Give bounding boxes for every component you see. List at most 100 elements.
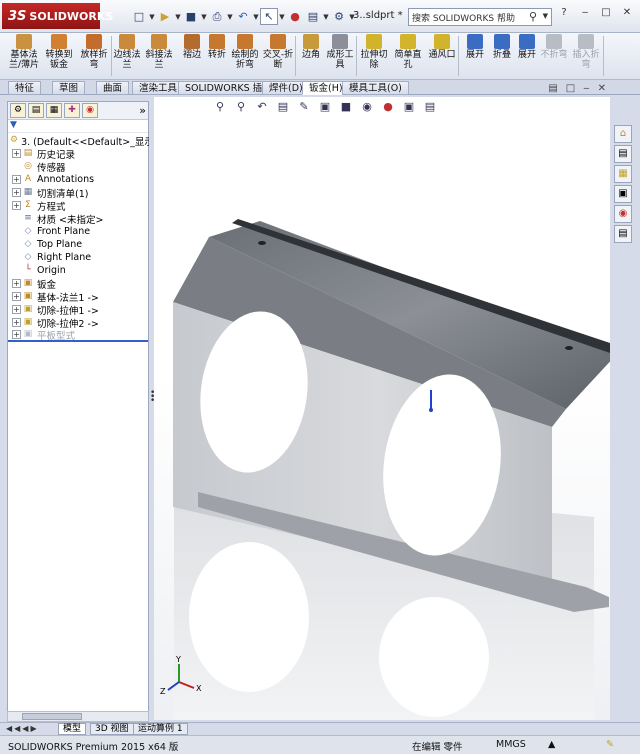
chevron-down-icon[interactable]: ▼ — [226, 13, 234, 21]
file-explorer-icon[interactable]: ▦ — [614, 165, 632, 183]
apply-scene-icon[interactable]: ▣ — [401, 100, 417, 113]
display-style-icon[interactable]: ■ — [338, 100, 354, 113]
command-button[interactable]: 通风口 — [424, 34, 460, 60]
solidworks-logo[interactable]: 3S SOLIDWORKS — [2, 3, 113, 29]
tree-filter[interactable]: ▼ — [8, 120, 148, 133]
command-button[interactable]: 插入折 弯 — [568, 34, 604, 70]
chevron-down-icon[interactable]: ▼ — [200, 13, 208, 21]
chevron-down-icon[interactable]: ▼ — [322, 13, 330, 21]
file-properties-icon[interactable]: ▤ — [304, 8, 322, 25]
tab-2[interactable]: 曲面 — [96, 81, 130, 95]
hide-show-items-icon[interactable]: ◉ — [359, 100, 375, 113]
command-button[interactable]: 基体法 兰/薄片 — [6, 34, 42, 70]
chevron-down-icon[interactable]: ▼ — [252, 13, 260, 21]
command-button[interactable]: 边线法 兰 — [109, 34, 145, 70]
command-button[interactable]: 成形工 具 — [322, 34, 358, 70]
zoom-to-area-icon[interactable]: ⚲ — [233, 100, 249, 113]
help-search-input[interactable]: 搜索 SOLIDWORKS 帮助 ⚲ ▼ — [408, 8, 552, 26]
tab-1[interactable]: 草图 — [52, 81, 86, 95]
tab-0[interactable]: 特征 — [8, 81, 42, 95]
open-icon[interactable]: ▶ — [156, 8, 174, 25]
chevron-down-icon[interactable]: ▼ — [174, 13, 182, 21]
close-button[interactable]: ✕ — [618, 7, 636, 23]
expand-icon[interactable]: + — [12, 318, 21, 327]
tree-item[interactable]: + ▣ 平板型式 — [8, 329, 148, 342]
tab-navigation-arrows[interactable]: ◀◀◀▶ — [6, 724, 39, 733]
dimxpert-tab-icon[interactable]: ✚ — [64, 103, 80, 118]
rebuild-icon[interactable]: ✎ — [606, 739, 614, 750]
tab-7[interactable]: 模具工具(O) — [342, 81, 409, 95]
dynamic-annotation-icon[interactable]: ✎ — [296, 100, 312, 113]
help-button[interactable]: ? — [555, 7, 573, 23]
print-icon[interactable]: ⎙ — [208, 8, 226, 25]
bottom-tab-2[interactable]: 运动算例 1 — [133, 723, 188, 735]
command-button[interactable]: 放样折 弯 — [76, 34, 112, 70]
design-library-icon[interactable]: ▤ — [614, 145, 632, 163]
expand-icon[interactable]: + — [12, 188, 21, 197]
undo-icon[interactable]: ↶ — [234, 8, 252, 25]
close-pane-icon[interactable]: ✕ — [598, 83, 606, 94]
tree-item[interactable]: + ▣ 切除-拉伸2 -> — [8, 316, 148, 330]
minimize-pane-icon[interactable]: ‒ — [583, 83, 589, 94]
property-manager-tab-icon[interactable]: ▤ — [28, 103, 44, 118]
tree-item[interactable]: ◇ Right Plane — [8, 251, 148, 264]
expand-icon[interactable]: + — [12, 279, 21, 288]
edit-appearance-icon[interactable]: ● — [380, 100, 396, 113]
tree-item[interactable]: ◇ Front Plane — [8, 225, 148, 238]
command-button[interactable]: 绘制的 折弯 — [227, 34, 263, 70]
view-palette-icon[interactable]: ▣ — [614, 185, 632, 203]
section-view-icon[interactable]: ▤ — [275, 100, 291, 113]
view-orientation-icon[interactable]: ▣ — [317, 100, 333, 113]
minimize-button[interactable]: ‒ — [576, 7, 594, 23]
command-button[interactable]: 拉伸切 除 — [356, 34, 392, 70]
new-icon[interactable]: □ — [130, 8, 148, 25]
command-button[interactable]: 转换到 钣金 — [41, 34, 77, 70]
filter-icon[interactable]: ▼ — [10, 120, 17, 130]
tree-horizontal-scrollbar[interactable] — [7, 711, 149, 722]
tree-item[interactable]: + ▣ 切除-拉伸1 -> — [8, 303, 148, 317]
chevron-down-icon[interactable]: ▼ — [148, 13, 156, 21]
search-icon[interactable]: ⚲ — [529, 10, 537, 23]
appearances-icon[interactable]: ◉ — [614, 205, 632, 223]
expand-icon[interactable]: + — [12, 305, 21, 314]
command-button[interactable]: 斜接法 兰 — [141, 34, 177, 70]
expand-icon[interactable]: + — [12, 201, 21, 210]
tree-item[interactable]: + ▣ 基体-法兰1 -> — [8, 290, 148, 304]
zoom-to-fit-icon[interactable]: ⚲ — [212, 100, 228, 113]
command-button[interactable]: 不折弯 — [536, 34, 572, 60]
tree-item[interactable]: └ Origin — [8, 264, 148, 277]
command-button[interactable]: 简单直 孔 — [390, 34, 426, 70]
tab-3[interactable]: 渲染工具 — [132, 81, 185, 95]
feature-manager-tab-icon[interactable]: ⚙ — [10, 103, 26, 118]
tree-item[interactable]: + Σ 方程式 — [8, 199, 148, 213]
tree-item[interactable]: ◎ 传感器 — [8, 160, 148, 174]
options-icon[interactable]: ⚙ — [330, 8, 348, 25]
select-icon[interactable]: ↖ — [260, 8, 278, 25]
expand-icon[interactable]: + — [12, 149, 21, 158]
expand-icon[interactable]: + — [12, 175, 21, 184]
custom-properties-icon[interactable]: ▤ — [614, 225, 632, 243]
chevron-down-icon[interactable]: ▼ — [543, 12, 548, 20]
traffic-light-icon[interactable]: ● — [286, 8, 304, 25]
tree-item[interactable]: ⚙ 3. (Default<<Default>_显示状 — [8, 134, 163, 148]
command-button[interactable]: 交叉-折 断 — [260, 34, 296, 70]
chevron-down-icon[interactable]: ▼ — [278, 13, 286, 21]
view-settings-icon[interactable]: ▤ — [422, 100, 438, 113]
expand-icon[interactable]: + — [12, 292, 21, 301]
scrollbar-thumb[interactable] — [22, 713, 82, 720]
graphics-area[interactable]: Y X Z ⚲ ⚲ ↶ ▤ ✎ ▣ ■ ◉ ● ▣ ▤ — [154, 97, 610, 720]
tree-item[interactable]: ≡ 材质 <未指定> — [8, 212, 148, 226]
tree-item[interactable]: + ▣ 钣金 — [8, 277, 148, 291]
bottom-tab-0[interactable]: 模型 — [58, 723, 87, 735]
tree-item[interactable]: ◇ Top Plane — [8, 238, 148, 251]
tree-item[interactable]: + ▦ 切割清单(1) — [8, 186, 148, 200]
status-dropdown-icon[interactable]: ▲ — [548, 739, 555, 750]
save-icon[interactable]: ■ — [182, 8, 200, 25]
maximize-button[interactable]: □ — [597, 7, 615, 23]
tree-item[interactable]: + ▤ 历史记录 — [8, 147, 148, 161]
configuration-manager-tab-icon[interactable]: ▦ — [46, 103, 62, 118]
more-tabs-icon[interactable]: » — [139, 104, 146, 117]
restore-icon[interactable]: □ — [566, 83, 575, 94]
solidworks-resources-icon[interactable]: ⌂ — [614, 125, 632, 143]
tree-item[interactable]: + A Annotations — [8, 173, 148, 186]
